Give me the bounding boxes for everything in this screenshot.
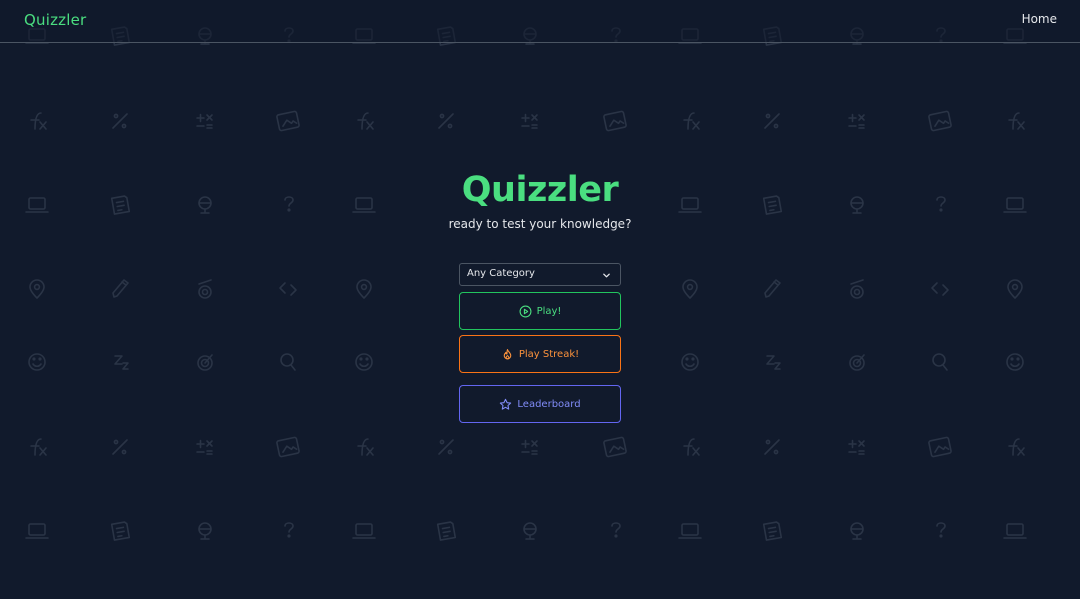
- top-navbar: Quizzler Home: [0, 0, 1080, 43]
- globe-icon: [850, 522, 864, 540]
- laptop-icon: [1003, 523, 1027, 539]
- play-streak-button[interactable]: Play Streak!: [459, 335, 621, 373]
- code-icon: [931, 282, 949, 296]
- play-button[interactable]: Play!: [459, 292, 621, 330]
- target-icon: [849, 354, 865, 371]
- question-icon: [284, 522, 294, 538]
- note-icon: [436, 521, 457, 541]
- page-subtitle: ready to test your knowledge?: [448, 217, 632, 231]
- smile-icon: [28, 353, 46, 371]
- calculator-icon: [196, 113, 213, 129]
- function-icon: [1008, 112, 1025, 130]
- calculator-icon: [196, 439, 213, 455]
- function-icon: [357, 112, 374, 130]
- telescope-icon: [198, 279, 212, 299]
- picture-icon: [276, 436, 300, 458]
- laptop-icon: [352, 523, 376, 539]
- calculator-icon: [848, 113, 865, 129]
- telescope-icon: [850, 279, 864, 299]
- function-icon: [357, 438, 374, 456]
- search-icon: [280, 353, 296, 371]
- chevron-down-icon: [603, 273, 610, 278]
- pencil-icon: [112, 279, 129, 298]
- music-icon: [114, 355, 129, 370]
- play-streak-button-label: Play Streak!: [518, 348, 580, 360]
- function-icon: [30, 112, 47, 130]
- play-circle-icon: [519, 305, 532, 317]
- note-icon: [110, 521, 131, 541]
- divide-icon: [764, 439, 780, 455]
- laptop-icon: [25, 523, 49, 539]
- function-icon: [683, 438, 700, 456]
- category-select[interactable]: Any Category: [459, 263, 621, 286]
- question-icon: [936, 522, 946, 538]
- divide-icon: [764, 113, 780, 129]
- smile-icon: [681, 353, 699, 371]
- globe-icon: [523, 522, 537, 540]
- divide-icon: [112, 439, 128, 455]
- brand-logo-link[interactable]: Quizzler: [24, 11, 86, 29]
- pencil-icon: [764, 279, 781, 298]
- location-pin-icon: [682, 279, 698, 299]
- smile-icon: [355, 353, 373, 371]
- picture-icon: [603, 110, 627, 132]
- nav-home-link[interactable]: Home: [1022, 12, 1057, 26]
- note-icon: [762, 521, 783, 541]
- calculator-icon: [521, 439, 538, 455]
- divide-icon: [112, 113, 128, 129]
- category-select-value: Any Category: [467, 268, 535, 279]
- play-button-label: Play!: [536, 305, 562, 317]
- function-icon: [683, 112, 700, 130]
- music-icon: [766, 355, 781, 370]
- leaderboard-button[interactable]: Leaderboard: [459, 385, 621, 423]
- calculator-icon: [848, 439, 865, 455]
- question-icon: [611, 522, 621, 538]
- globe-icon: [198, 522, 212, 540]
- code-icon: [279, 282, 297, 296]
- flame-icon: [503, 348, 512, 359]
- divide-icon: [438, 439, 454, 455]
- location-pin-icon: [1007, 279, 1023, 299]
- function-icon: [30, 438, 47, 456]
- picture-icon: [603, 436, 627, 458]
- target-icon: [197, 354, 213, 371]
- page-title: Quizzler: [461, 170, 619, 210]
- divide-icon: [438, 113, 454, 129]
- star-icon: [500, 398, 512, 410]
- laptop-icon: [678, 523, 702, 539]
- search-icon: [932, 353, 948, 371]
- location-pin-icon: [356, 279, 372, 299]
- leaderboard-button-label: Leaderboard: [517, 398, 581, 410]
- quiz-home-page: Quizzler Home Quizzler ready to test you…: [0, 0, 1080, 599]
- picture-icon: [276, 110, 300, 132]
- location-pin-icon: [29, 279, 45, 299]
- picture-icon: [928, 436, 952, 458]
- function-icon: [1008, 438, 1025, 456]
- calculator-icon: [521, 113, 538, 129]
- picture-icon: [928, 110, 952, 132]
- smile-icon: [1006, 353, 1024, 371]
